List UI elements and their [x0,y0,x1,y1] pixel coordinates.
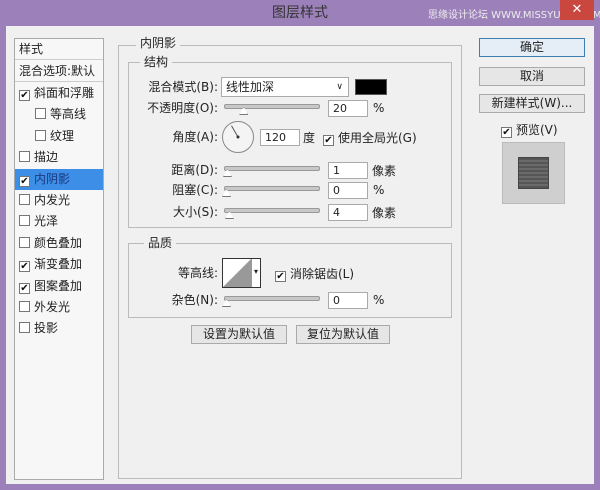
sidebar-item[interactable]: 投影 [15,318,103,339]
angle-unit: 度 [303,131,316,145]
opacity-slider[interactable] [224,104,320,109]
ok-button[interactable]: 确定 [479,38,585,57]
styles-header[interactable]: 样式 [15,39,103,60]
checkbox-checked-icon: ✔ [323,135,334,146]
checkbox-checked-icon[interactable]: ✔ [19,282,30,294]
global-light-checkbox[interactable]: ✔ 使用全局光(G) [323,129,417,146]
preview-label: 预览(V) [516,123,558,137]
shadow-color-swatch[interactable] [355,79,387,95]
opacity-label: 不透明度(O): [147,101,218,115]
checkbox-icon[interactable] [19,236,30,248]
sidebar-item[interactable]: 描边 [15,147,103,168]
checkbox-icon[interactable] [19,322,30,334]
blend-mode-select[interactable]: 线性加深 ∨ [221,77,349,97]
blend-mode-value: 线性加深 [226,80,275,94]
size-label: 大小(S): [172,205,218,219]
checkbox-checked-icon: ✔ [275,271,286,282]
angle-dial[interactable] [221,120,255,154]
close-button[interactable]: ✕ [560,0,594,20]
distance-slider[interactable] [224,166,320,171]
chevron-down-icon: ▾ [251,259,260,287]
sidebar-item[interactable]: 颜色叠加 [15,233,103,254]
sidebar-item[interactable]: 内发光 [15,190,103,211]
contour-linear-icon [223,259,251,287]
choke-label: 阻塞(C): [172,183,218,197]
sidebar-item[interactable]: 光泽 [15,211,103,232]
sidebar-item-label: 内阴影 [34,171,71,186]
sidebar-item-label: 外发光 [34,300,71,314]
new-style-button[interactable]: 新建样式(W)... [479,94,585,113]
blend-mode-label: 混合模式(B): [148,80,218,94]
sidebar-item[interactable]: ✔ 图案叠加 [15,276,103,297]
preview-swatch [518,157,549,189]
reset-default-button[interactable]: 复位为默认值 [296,325,390,344]
contour-picker[interactable]: ▾ [222,258,261,288]
opacity-unit: % [373,101,385,115]
make-default-button[interactable]: 设置为默认值 [191,325,287,344]
checkbox-checked-icon[interactable]: ✔ [19,261,30,273]
sidebar-item-label: 纹理 [50,128,75,143]
checkbox-icon[interactable] [35,129,46,141]
sidebar-item-label: 内发光 [34,193,71,207]
angle-input[interactable]: 120 [260,129,300,146]
sidebar-item[interactable]: 纹理 [15,126,103,147]
panel-title: 内阴影 [136,36,181,50]
sidebar-item[interactable]: ✔ 渐变叠加 [15,254,103,275]
antialias-checkbox[interactable]: ✔ 消除锯齿(L) [275,265,354,282]
sidebar-item-label: 图案叠加 [34,278,83,293]
sidebar-item-label: 光泽 [34,214,59,229]
sidebar-item-label: 渐变叠加 [34,257,83,272]
opacity-input[interactable]: 20 [328,100,368,117]
chevron-down-icon: ∨ [336,82,343,92]
structure-title: 结构 [140,55,173,69]
noise-unit: % [373,293,385,307]
quality-title: 品质 [144,236,177,250]
sidebar-item[interactable]: ✔ 斜面和浮雕 [15,83,103,104]
sidebar-item[interactable]: 等高线 [15,104,103,125]
checkbox-icon[interactable] [19,194,30,205]
size-unit: 像素 [372,206,397,220]
blend-options-item[interactable]: 混合选项:默认 [15,61,103,82]
choke-unit: % [373,183,385,197]
angle-label: 角度(A): [172,130,218,144]
sidebar-item-label: 颜色叠加 [34,235,83,250]
sidebar-item[interactable]: ✔ 内阴影 [15,168,103,190]
preview-thumbnail [502,142,565,204]
distance-label: 距离(D): [171,163,218,177]
checkbox-checked-icon[interactable]: ✔ [19,90,30,101]
noise-input[interactable]: 0 [328,292,368,309]
cancel-button[interactable]: 取消 [479,67,585,86]
sidebar-item-label: 描边 [34,150,59,165]
size-slider[interactable] [224,208,320,213]
checkbox-checked-icon: ✔ [501,127,512,138]
sidebar-item-label: 投影 [34,321,59,336]
size-input[interactable]: 4 [328,204,368,221]
contour-label: 等高线: [177,266,218,280]
preview-checkbox[interactable]: ✔ 预览(V) [501,121,558,138]
checkbox-icon[interactable] [19,151,30,163]
choke-slider[interactable] [224,186,320,191]
sidebar-item-label: 等高线 [50,107,87,122]
sidebar-item-label: 斜面和浮雕 [34,86,95,100]
global-light-label: 使用全局光(G) [338,131,417,145]
checkbox-icon[interactable] [19,215,30,227]
choke-input[interactable]: 0 [328,182,368,199]
checkbox-icon[interactable] [19,301,30,312]
distance-input[interactable]: 1 [328,162,368,179]
checkbox-icon[interactable] [35,108,46,120]
noise-label: 杂色(N): [171,293,218,307]
style-list: 样式 混合选项:默认 ✔ 斜面和浮雕等高线纹理描边 ✔ 内阴影内发光光泽颜色叠加 ✔ 渐变… [14,38,104,480]
sidebar-item[interactable]: 外发光 [15,297,103,318]
checkbox-checked-icon[interactable]: ✔ [19,175,30,187]
distance-unit: 像素 [372,164,397,178]
antialias-label: 消除锯齿(L) [290,267,355,281]
noise-slider[interactable] [224,296,320,301]
